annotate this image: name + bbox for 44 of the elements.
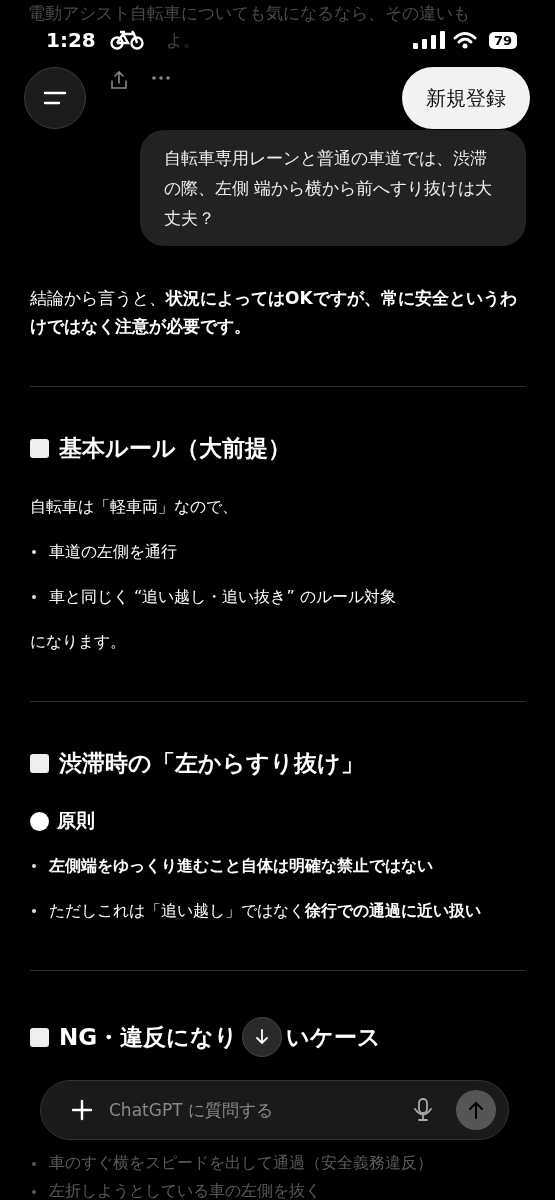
plus-icon[interactable] [71, 1099, 93, 1121]
bullet-dot-icon [32, 1162, 36, 1166]
section-heading: 渋滞時の「左からすり抜け」 [59, 749, 364, 778]
bullet-dot-icon [32, 909, 36, 913]
list-item-text: 左折しようとしている車の左側を抜く [49, 1181, 321, 1200]
bullet-dot-icon [32, 864, 36, 868]
circle-bullet-icon [30, 811, 49, 831]
menu-icon [43, 91, 67, 105]
microphone-icon[interactable] [414, 1098, 432, 1122]
list-item-text: 車と同じく “追い越し・追い抜き” のルール対象 [49, 586, 396, 608]
square-bullet-icon [30, 438, 49, 458]
square-bullet-icon [30, 753, 49, 773]
square-bullet-icon [30, 1027, 49, 1047]
signup-button[interactable]: 新規登録 [402, 67, 530, 129]
bullet-dot-icon [32, 595, 36, 599]
section-heading: NG・違反になり [59, 1023, 239, 1052]
status-time: 1:28 [46, 28, 96, 52]
answer-paragraph: 結論から言うと、状況によってはOKですが、常に安全というわけではなく注意が必要です。 [30, 287, 518, 338]
wifi-icon [452, 31, 477, 49]
message-composer[interactable]: ChatGPT に質問する [40, 1080, 509, 1140]
answer-paragraph: になります。 [30, 631, 127, 653]
faded-message-text: よ。 [166, 29, 200, 52]
bullet-dot-icon [32, 1190, 36, 1194]
share-icon[interactable] [110, 70, 128, 90]
list-item-text: ただしこれは「追い越し」ではなく徐行での通過に近い扱い [49, 900, 481, 922]
battery-indicator: 79 [488, 31, 517, 49]
list-item-text: 左側端をゆっくり進むこと自体は明確な禁止ではない [49, 855, 433, 877]
bullet-dot-icon [32, 550, 36, 554]
up-arrow-icon [468, 1101, 484, 1119]
list-item-text: 車のすぐ横をスピードを出して通過（安全義務違反） [49, 1153, 433, 1173]
answer-paragraph: 自転車は「軽車両」なので、 [30, 496, 239, 518]
down-arrow-icon [255, 1029, 270, 1045]
section-heading: いケース [286, 1023, 382, 1052]
send-button[interactable] [456, 1090, 496, 1130]
list-item-text: 車道の左側を通行 [49, 541, 177, 563]
faded-message-text: 電動アシスト自転車についても気になるなら、その違いも [28, 2, 471, 25]
section-heading: 基本ルール（大前提） [59, 434, 291, 463]
more-icon[interactable] [152, 76, 170, 80]
bicycle-icon [109, 30, 144, 50]
subheading: 原則 [57, 808, 95, 833]
user-message-bubble: 自転車専用レーンと普通の車道では、渋滞の際、左側 端から横から前へすり抜けは大丈夫？ [140, 130, 526, 246]
scroll-down-button[interactable] [242, 1017, 283, 1057]
message-input[interactable]: ChatGPT に質問する [107, 1099, 400, 1121]
signal-icon [412, 31, 445, 49]
